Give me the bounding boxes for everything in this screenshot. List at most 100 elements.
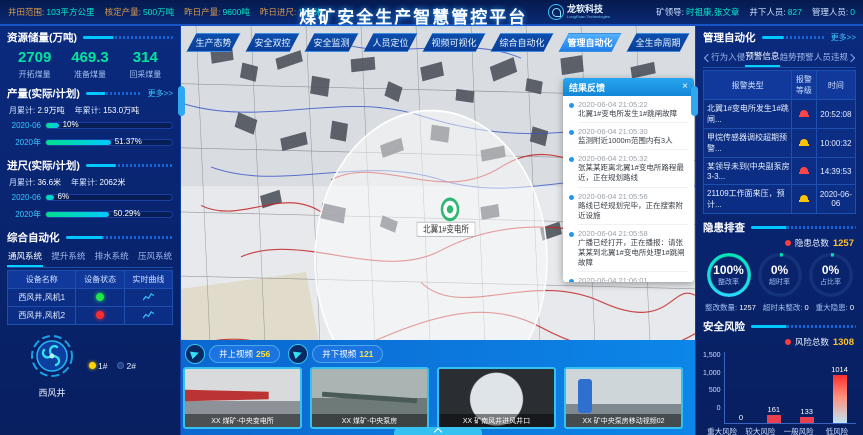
risk-bar-chart: 1,5001,0005000 0 161 133 1014 [703, 352, 856, 424]
close-icon[interactable]: × [682, 82, 688, 92]
production-more-link[interactable]: 更多>> [148, 88, 173, 99]
section-safety-risk: 安全风险 风险总数1308 1,5001,0005000 0 161 133 1… [696, 315, 863, 435]
chevron-left-icon[interactable] [703, 54, 711, 62]
alarm-icon [799, 194, 809, 202]
tab-hoist-system[interactable]: 提升系统 [50, 248, 86, 267]
col-alarm-level: 报警等级 [792, 71, 817, 100]
reserve-value: 2709 [7, 49, 62, 66]
video-caption: XX 煤矿-中央泵房 [312, 414, 427, 427]
progress-fill [46, 140, 111, 145]
tab-behavior-intrusion[interactable]: 行为入侵 [711, 49, 745, 66]
mine-stats-left: 井田范围:103平方公里 核定产量:500万吨 昨日产量:9600吨 昨日进尺:… [8, 6, 323, 18]
tab-production-situation[interactable]: 生产态势 [186, 33, 240, 52]
section-reserves: 资源储量(万吨) 2709开拓煤量 469.3准备煤量 314回采煤量 [0, 26, 180, 82]
curve-chart-icon[interactable] [143, 292, 154, 301]
progress-track: 50.29% [45, 211, 173, 218]
section-decoration [83, 36, 173, 39]
section-title: 管理自动化 [703, 30, 756, 45]
alarm-row[interactable]: 21109工作面来压，预计...2020-06-06 [704, 185, 856, 214]
surface-video-group: 井上视频256 [185, 344, 280, 364]
page-title: 煤矿安全生产智慧管控平台 [299, 3, 527, 28]
video-thumbnail-air-shaft[interactable]: XX 矿南风井进风井口 [437, 367, 556, 429]
device-name: 西风井,风机1 [8, 289, 76, 307]
section-title: 进尺(实际/计划) [7, 158, 80, 173]
tab-compressed-air-system[interactable]: 压风系统 [137, 248, 173, 267]
tab-trend-warning[interactable]: 趋势预警 [780, 49, 814, 66]
management-more-link[interactable]: 更多>> [831, 32, 856, 43]
alarm-type: 北翼1#变电所发生1#跳闸... [704, 100, 792, 129]
video-thumbnails: XX 煤矿-中央变电所 XX 煤矿-中央泵房 XX 矿南风井进风井口 XX 矿中… [181, 364, 695, 429]
video-caption: XX 煤矿-中央变电所 [185, 414, 300, 427]
tab-personnel-violation[interactable]: 人员违规 [814, 49, 848, 66]
section-title: 隐患排查 [703, 220, 745, 235]
section-hazard-check: 隐患排查 隐患总数1257 100%整改率 0%超时率 0%占比率 整改数量: … [696, 216, 863, 315]
table-row[interactable]: 西风井,风机2 [8, 307, 173, 325]
tab-video-visualization[interactable]: 视频可视化 [423, 33, 486, 52]
gauge-overdue-rate: 0%超时率 [758, 253, 802, 297]
alarm-row[interactable]: 某领导未到(中央副泵房3-3...14:39:53 [704, 158, 856, 185]
camera-icon[interactable] [185, 344, 205, 364]
gauge-rectification-rate: 100%整改率 [707, 253, 751, 297]
fan-selector: 1# 2# [89, 361, 136, 371]
map-area[interactable]: 北翼1#变电所 生产态势 安全双控 安全监测 人员定位 视频可视化 综合自动化 … [181, 26, 695, 435]
brand-logo: 龙软科技LongRuan Technologies [548, 4, 610, 20]
fan-status-area: 西风井 1# 2# [7, 325, 173, 399]
tab-drainage-system[interactable]: 排水系统 [94, 248, 130, 267]
tab-full-lifecycle[interactable]: 全生命周期 [627, 33, 690, 52]
left-panel: 资源储量(万吨) 2709开拓煤量 469.3准备煤量 314回采煤量 产量(实… [0, 26, 181, 435]
tab-integrated-automation[interactable]: 综合自动化 [491, 33, 554, 52]
feedback-header[interactable]: 结果反馈 × [563, 78, 694, 96]
underground-video-button[interactable]: 井下视频121 [312, 345, 383, 363]
bar-label: 2020-06 [7, 121, 45, 130]
left-panel-collapse-handle[interactable] [178, 86, 185, 116]
tab-safety-dual-control[interactable]: 安全双控 [245, 33, 299, 52]
tab-management-automation[interactable]: 管理自动化 [559, 33, 622, 52]
underground-video-count: 121 [359, 349, 373, 359]
reserve-label: 开拓煤量 [7, 69, 62, 80]
video-thumbnail-substation[interactable]: XX 煤矿-中央变电所 [183, 367, 302, 429]
surface-video-button[interactable]: 井上视频256 [209, 345, 280, 363]
chevron-right-icon[interactable] [848, 54, 856, 62]
col-device-status: 设备状态 [76, 271, 124, 289]
bar-label: 2020年 [7, 137, 45, 148]
col-realtime-curve: 实时曲线 [124, 271, 172, 289]
curve-chart-icon[interactable] [143, 310, 154, 319]
device-name: 西风井,风机2 [8, 307, 76, 325]
stat-underground-staff: 井下人员:827 [749, 6, 802, 18]
fan-radio-2[interactable]: 2# [117, 361, 135, 371]
right-panel-collapse-handle[interactable] [691, 86, 698, 116]
camera-icon[interactable] [288, 344, 308, 364]
fan-label: 西风井 [29, 386, 75, 399]
video-caption: XX 矿中央泵房移动视频02 [566, 414, 681, 427]
video-caption: XX 矿南风井进风井口 [439, 414, 554, 427]
brand-subtitle: LongRuan Technologies [567, 14, 610, 19]
bar-larger-risk: 161 [761, 352, 787, 423]
production-month-bar: 2020-0610% [7, 118, 173, 133]
tab-warning-info[interactable]: 预警信息 [745, 48, 779, 67]
stat-value: 103平方公里 [46, 7, 94, 17]
year-total: 年累计: 153.0万吨 [75, 105, 140, 116]
alarm-row[interactable]: 甲烷传感器调校超期预警...10:00:32 [704, 129, 856, 158]
table-row[interactable]: 西风井,风机1 [8, 289, 173, 307]
right-panel: 管理自动化 更多>> 行为入侵 预警信息 趋势预警 人员违规 报警类型 报警等级 … [695, 26, 863, 435]
video-thumbnail-mobile-cam[interactable]: XX 矿中央泵房移动视频02 [564, 367, 683, 429]
tab-ventilation-system[interactable]: 通风系统 [7, 248, 43, 267]
alarm-row[interactable]: 北翼1#变电所发生1#跳闸...20:52:08 [704, 100, 856, 129]
tab-personnel-positioning[interactable]: 人员定位 [363, 33, 417, 52]
video-strip: 井上视频256 井下视频121 XX 煤矿-中央变电所 XX 煤矿-中央泵房 X… [181, 340, 695, 435]
stat-mine-leaders: 矿领导:时祖康,张文章 [656, 6, 739, 18]
tab-safety-monitoring[interactable]: 安全监测 [304, 33, 358, 52]
strip-collapse-handle[interactable] [394, 427, 482, 435]
stat-value: 时祖康,张文章 [686, 7, 739, 17]
section-decoration [86, 164, 173, 167]
stat-label: 管理人员: [812, 7, 848, 17]
reserve-label: 回采煤量 [118, 69, 173, 80]
video-thumbnail-pump-room[interactable]: XX 煤矿-中央泵房 [310, 367, 429, 429]
fan-display: 西风井 [29, 333, 75, 399]
gauge-proportion-rate: 0%占比率 [809, 253, 853, 297]
bar-low-risk: 1014 [826, 352, 852, 423]
alarm-time: 10:00:32 [816, 129, 855, 158]
alarm-table: 报警类型 报警等级 时间 北翼1#变电所发生1#跳闸...20:52:08 甲烷… [703, 70, 856, 214]
fan-radio-1[interactable]: 1# [89, 361, 107, 371]
production-year-bar: 2020年51.37% [7, 135, 173, 150]
